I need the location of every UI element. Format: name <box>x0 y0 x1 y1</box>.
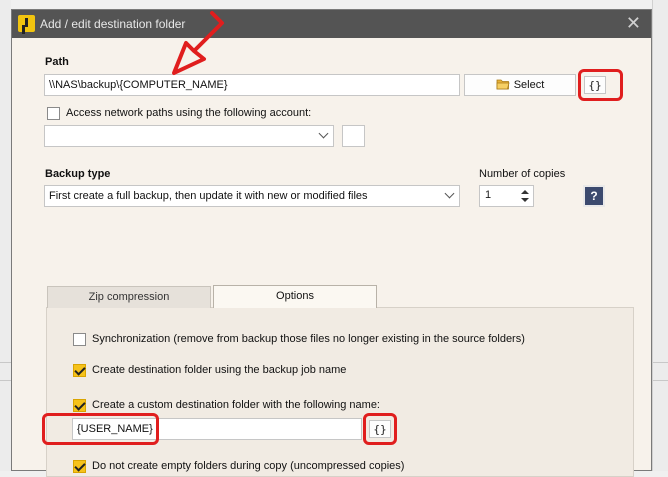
background-divider <box>653 380 668 381</box>
tab-zip-compression[interactable]: Zip compression <box>47 286 211 308</box>
jobname-folder-checkbox[interactable] <box>73 364 86 377</box>
sync-label: Synchronization (remove from backup thos… <box>92 333 525 345</box>
no-empty-folders-checkbox[interactable] <box>73 460 86 473</box>
app-logo-icon <box>18 15 35 32</box>
background-divider <box>0 362 11 363</box>
copies-label: Number of copies <box>479 168 566 180</box>
copies-value: 1 <box>485 189 492 201</box>
sync-checkbox[interactable] <box>73 333 86 346</box>
custom-folder-checkbox[interactable] <box>73 399 86 412</box>
backup-type-label: Backup type <box>45 168 111 180</box>
backup-type-select[interactable]: First create a full backup, then update … <box>44 185 460 207</box>
network-account-label: Access network paths using the following… <box>66 107 312 119</box>
folder-icon <box>496 79 510 90</box>
tab-options[interactable]: Options <box>213 285 377 308</box>
select-folder-label: Select <box>513 79 545 91</box>
background-app-left <box>0 0 11 471</box>
destination-folder-dialog: Add / edit destination folder ✕ Path \\N… <box>11 9 652 477</box>
title-bar: Add / edit destination folder ✕ <box>12 10 651 38</box>
close-button[interactable]: ✕ <box>626 14 641 32</box>
path-label: Path <box>45 56 69 68</box>
annotation-highlight-custom-folder <box>42 413 159 445</box>
help-button[interactable]: ? <box>583 185 605 207</box>
background-divider <box>653 362 668 363</box>
network-account-checkbox[interactable] <box>47 107 60 120</box>
copies-stepper[interactable]: 1 <box>479 185 534 207</box>
stepper-arrows-icon[interactable] <box>520 188 530 204</box>
annotation-arrow-icon <box>172 11 224 75</box>
no-empty-folders-label: Do not create empty folders during copy … <box>92 460 405 472</box>
background-app-right <box>652 0 668 471</box>
background-divider <box>0 380 11 381</box>
annotation-highlight-custom-variables <box>363 413 397 445</box>
custom-folder-label: Create a custom destination folder with … <box>92 399 380 411</box>
network-account-settings-button[interactable] <box>342 125 365 147</box>
annotation-highlight-path-variables <box>578 69 623 101</box>
select-folder-button[interactable]: Select <box>464 74 576 96</box>
jobname-folder-label: Create destination folder using the back… <box>92 364 347 376</box>
network-account-select[interactable] <box>44 125 334 147</box>
